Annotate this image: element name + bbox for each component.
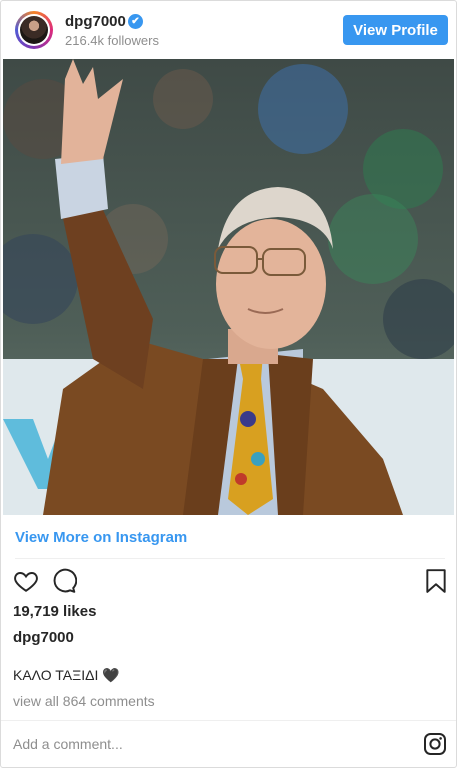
instagram-icon[interactable] xyxy=(423,732,447,761)
heart-icon[interactable] xyxy=(13,568,39,597)
view-all-comments-link[interactable]: view all 864 comments xyxy=(13,693,155,709)
avatar-image xyxy=(20,16,48,44)
divider xyxy=(15,558,445,559)
post-image[interactable] xyxy=(3,59,454,515)
view-more-on-instagram-link[interactable]: View More on Instagram xyxy=(15,529,187,546)
caption-username[interactable]: dpg7000 xyxy=(13,629,74,646)
add-comment-field[interactable]: Add a comment... xyxy=(13,736,123,752)
bookmark-icon[interactable] xyxy=(425,568,447,597)
caption-text: ΚΑΛΟ ΤΑΞΙΔΙ 🖤 xyxy=(13,667,120,683)
divider xyxy=(1,720,456,721)
follower-count: 216.4k followers xyxy=(65,33,159,48)
avatar[interactable] xyxy=(15,11,53,49)
comment-icon[interactable] xyxy=(51,568,78,597)
like-count: 19,719 likes xyxy=(13,603,97,620)
post-header: dpg7000 ✔ 216.4k followers View Profile xyxy=(1,1,456,59)
verified-badge-icon: ✔ xyxy=(128,14,143,29)
instagram-embed-card: dpg7000 ✔ 216.4k followers View Profile xyxy=(0,0,457,768)
view-profile-button[interactable]: View Profile xyxy=(343,15,448,45)
username[interactable]: dpg7000 xyxy=(65,13,126,30)
